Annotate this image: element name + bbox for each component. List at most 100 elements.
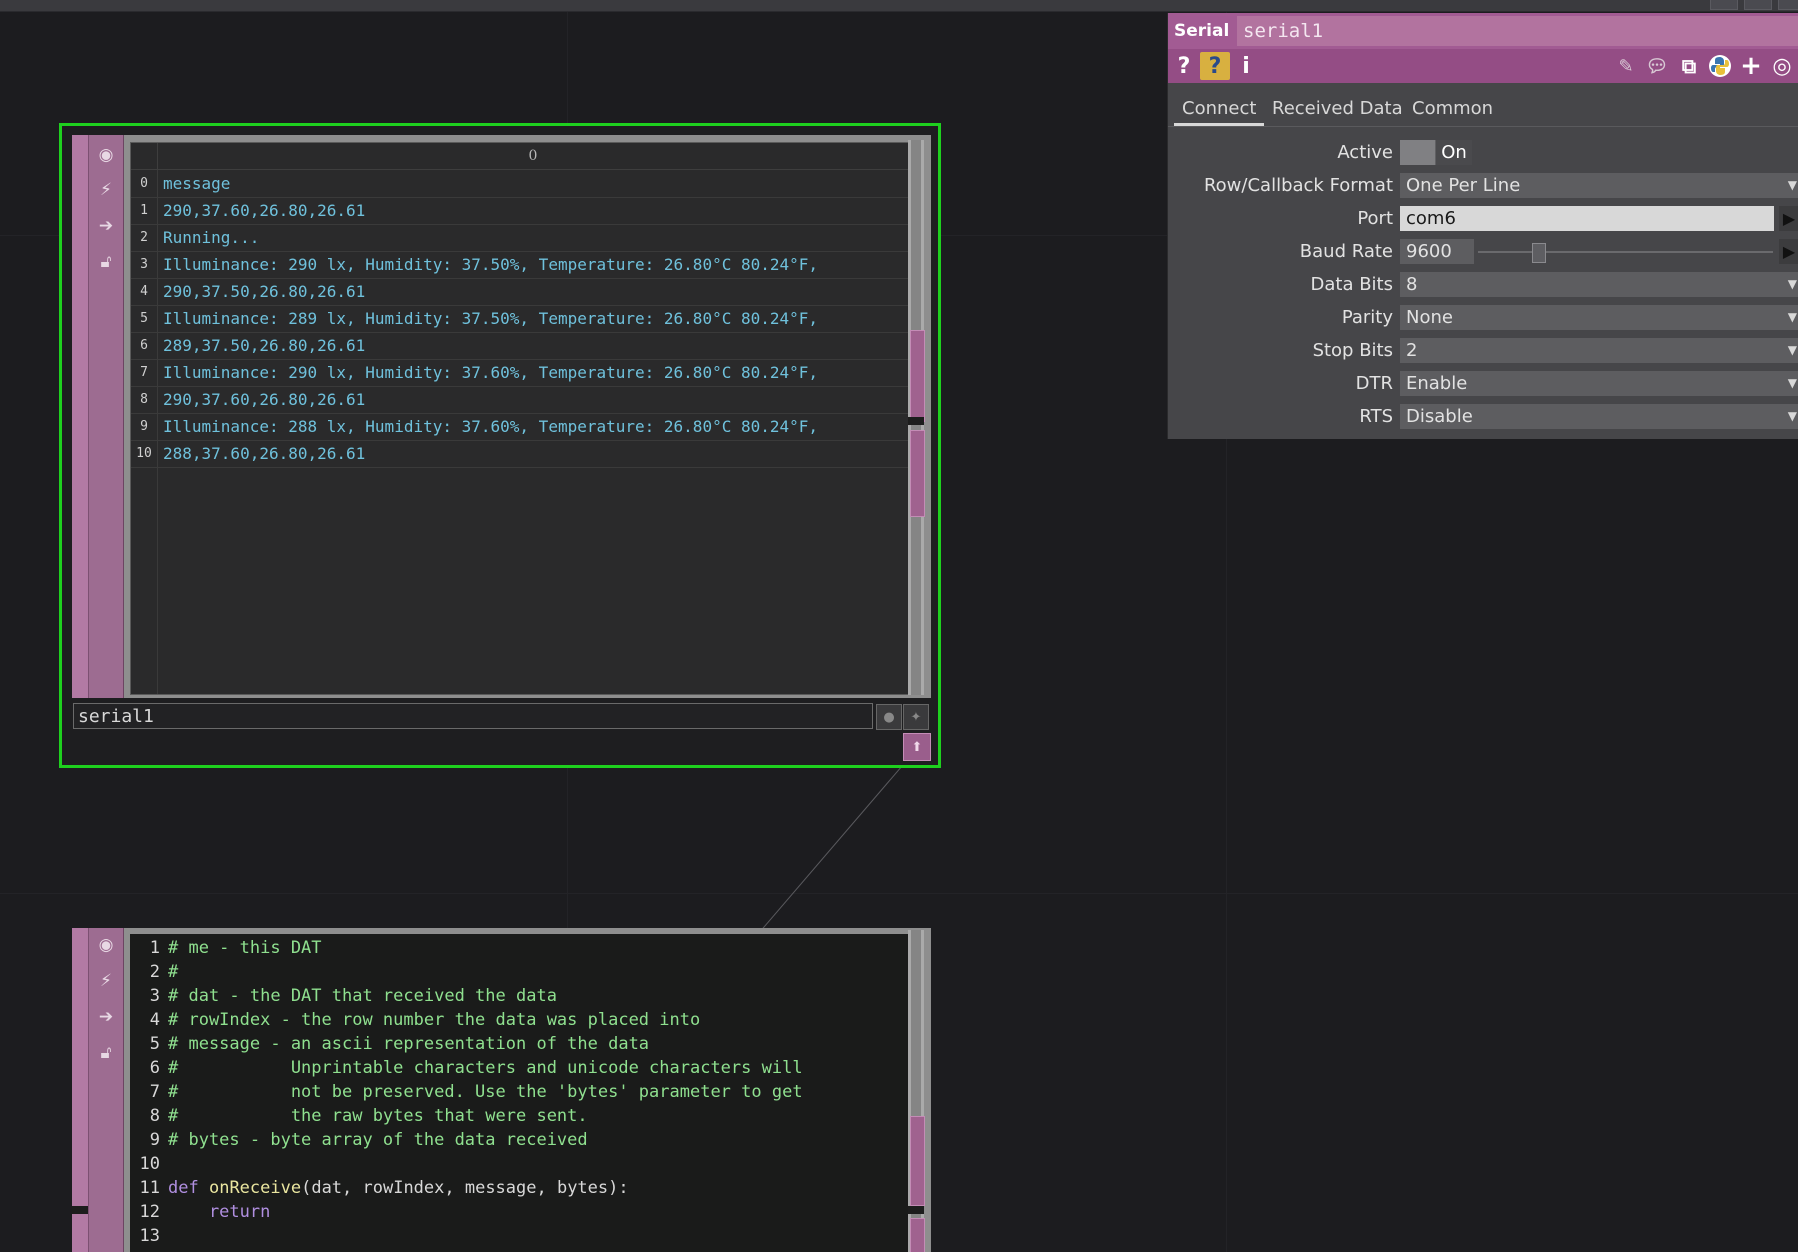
row-format-menu[interactable]: One Per Line ▼	[1400, 173, 1798, 198]
viewer-icon[interactable]: ◉	[93, 142, 119, 168]
port-field[interactable]: com6	[1400, 206, 1774, 231]
sparkle-icon[interactable]: ✦	[903, 704, 929, 730]
comment-text: # message - an ascii representation of t…	[168, 1034, 650, 1054]
corner-cell	[131, 143, 158, 169]
clone-icon[interactable]: ⧉	[1675, 52, 1703, 80]
row-index: 6	[131, 332, 158, 359]
bypass-icon[interactable]: ⚡	[93, 177, 119, 203]
status-dot-icon[interactable]: ●	[876, 704, 902, 730]
row-index: 7	[131, 359, 158, 386]
python-icon[interactable]	[1706, 52, 1734, 80]
line-number: 8	[149, 1106, 160, 1126]
toolbar-button[interactable]	[1778, 0, 1798, 10]
table-row: 3 Illuminance: 290 lx, Humidity: 37.50%, …	[131, 251, 909, 279]
row-index: 3	[131, 251, 158, 278]
data-bits-menu[interactable]: 8 ▼	[1400, 272, 1798, 297]
python-help-icon[interactable]: ?	[1200, 52, 1230, 80]
connection-wire[interactable]	[760, 767, 901, 931]
menu-value: None	[1406, 307, 1453, 328]
code-line: 10	[130, 1152, 908, 1176]
dropdown-icon: ▼	[1787, 376, 1797, 390]
baud-rate-slider[interactable]	[1478, 237, 1773, 266]
param-label: DTR	[1355, 373, 1393, 394]
lock-icon[interactable]: 🔓︎	[93, 1040, 119, 1066]
row-value: 290,37.60,26.80,26.61	[163, 201, 366, 220]
comment-icon[interactable]: 💬︎	[1643, 52, 1671, 80]
code-line: 11 def onReceive(dat, rowIndex, message, …	[130, 1176, 908, 1200]
line-number: 13	[139, 1226, 160, 1246]
menu-value: One Per Line	[1406, 175, 1521, 196]
vertical-scrollbar[interactable]	[908, 140, 925, 695]
active-toggle[interactable]: On	[1400, 140, 1472, 165]
param-data-bits: Data Bits 8 ▼	[1168, 270, 1798, 299]
node-sidebar	[72, 135, 89, 698]
add-icon[interactable]: +	[1738, 51, 1764, 81]
param-label: RTS	[1359, 406, 1393, 427]
edit-icon[interactable]: ✎	[1613, 52, 1639, 80]
row-index: 5	[131, 305, 158, 332]
scroll-thumb[interactable]	[910, 330, 925, 422]
row-value: 290,37.60,26.80,26.61	[163, 390, 366, 409]
column-divider	[157, 468, 158, 694]
lock-icon[interactable]: 🔓︎	[93, 249, 119, 275]
callbacks-dat-node[interactable]: ◉ ⚡ ➔ 🔓︎ 1 # me - this DAT 2 # 3 # dat - th…	[72, 928, 931, 1252]
code-line: 2 #	[130, 960, 908, 984]
comment-text: # rowIndex - the row number the data was…	[168, 1010, 701, 1030]
info-icon[interactable]: i	[1236, 52, 1256, 80]
line-number: 3	[149, 986, 160, 1006]
row-index: 10	[131, 440, 158, 467]
flag-icon[interactable]: ⬆	[903, 733, 931, 761]
menu-value: 2	[1406, 340, 1418, 361]
vertical-scrollbar[interactable]	[908, 930, 925, 1252]
row-index: 1	[131, 197, 158, 224]
stop-bits-menu[interactable]: 2 ▼	[1400, 338, 1798, 363]
table-row: 8 290,37.60,26.80,26.61	[131, 386, 909, 414]
scroll-notch	[908, 417, 924, 425]
export-icon[interactable]: ➔	[93, 213, 119, 239]
tab-connect[interactable]: Connect	[1174, 92, 1265, 126]
target-icon[interactable]: ◎	[1768, 52, 1796, 80]
node-name-field[interactable]: serial1	[73, 703, 873, 729]
keyword-text: return	[168, 1202, 271, 1222]
slider-handle[interactable]	[1532, 243, 1546, 263]
network-toolbar	[0, 0, 1798, 12]
menu-value: Enable	[1406, 373, 1468, 394]
parity-menu[interactable]: None ▼	[1400, 305, 1798, 330]
tab-received-data[interactable]: Received Data	[1264, 92, 1411, 126]
serial-dat-node[interactable]: ◉ ⚡ ➔ 🔓︎ 0 0 message 1 290,37.60,26.80,26.…	[72, 135, 931, 698]
column-header: 0	[528, 148, 538, 164]
toolbar-button[interactable]	[1744, 0, 1772, 10]
bypass-icon[interactable]: ⚡	[93, 968, 119, 994]
code-editor[interactable]: 1 # me - this DAT 2 # 3 # dat - the DAT tha…	[130, 934, 908, 1252]
dtr-menu[interactable]: Enable ▼	[1400, 371, 1798, 396]
comment-text: # Unprintable characters and unicode cha…	[168, 1058, 803, 1078]
param-rts: RTS Disable ▼	[1168, 402, 1798, 431]
table-row: 7 Illuminance: 290 lx, Humidity: 37.60%, …	[131, 359, 909, 387]
grid-line	[0, 893, 1798, 894]
scroll-thumb[interactable]	[910, 1218, 925, 1252]
port-menu-arrow-icon[interactable]: ▶	[1779, 206, 1798, 231]
viewer-icon[interactable]: ◉	[93, 932, 119, 958]
line-number: 7	[149, 1082, 160, 1102]
serial-data-table[interactable]: 0 0 message 1 290,37.60,26.80,26.61 2 Runni…	[130, 142, 910, 695]
code-line: 4 # rowIndex - the row number the data wa…	[130, 1008, 908, 1032]
code-line: 8 # the raw bytes that were sent.	[130, 1104, 908, 1128]
row-value: 288,37.60,26.80,26.61	[163, 444, 366, 463]
baud-menu-arrow-icon[interactable]: ▶	[1779, 239, 1798, 264]
baud-rate-field[interactable]: 9600	[1400, 239, 1474, 264]
param-label: Active	[1337, 142, 1393, 163]
help-icon[interactable]: ?	[1172, 52, 1196, 80]
operator-name-field[interactable]: serial1	[1237, 16, 1798, 46]
menu-value: 8	[1406, 274, 1418, 295]
table-row: 6 289,37.50,26.80,26.61	[131, 332, 909, 360]
table-row: 1 290,37.60,26.80,26.61	[131, 197, 909, 225]
line-number: 6	[149, 1058, 160, 1078]
export-icon[interactable]: ➔	[93, 1004, 119, 1030]
row-value: Illuminance: 290 lx, Humidity: 37.60%, T…	[163, 363, 819, 382]
tab-common[interactable]: Common	[1404, 92, 1501, 126]
line-number: 4	[149, 1010, 160, 1030]
scroll-thumb[interactable]	[910, 430, 925, 517]
rts-menu[interactable]: Disable ▼	[1400, 404, 1798, 429]
toolbar-button[interactable]	[1710, 0, 1738, 10]
scroll-thumb[interactable]	[910, 1116, 925, 1206]
